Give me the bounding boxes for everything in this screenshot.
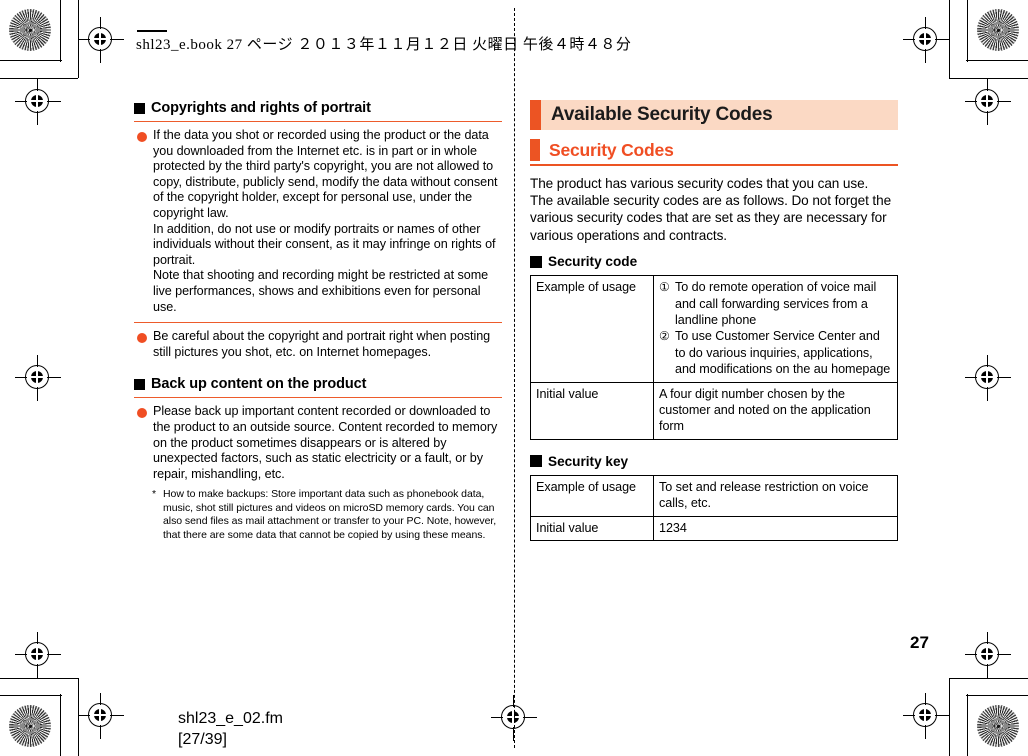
footer-page-range: [27/39] (178, 731, 227, 748)
registration-cross-top-left-lower (15, 79, 61, 125)
section-heading-copyrights: Copyrights and rights of portrait (134, 100, 502, 116)
registration-starburst-top-left (9, 9, 51, 51)
table-row: Example of usage ① To do remote operatio… (530, 275, 898, 383)
left-column: Copyrights and rights of portrait If the… (134, 100, 502, 543)
numbered-item-text: To use Customer Service Center and to do… (675, 329, 891, 377)
registration-cross-bottom-left-upper (15, 632, 61, 678)
security-key-table: Example of usage To set and release rest… (530, 474, 898, 542)
security-code-table: Example of usage ① To do remote operatio… (530, 275, 898, 440)
section-copyrights: Copyrights and rights of portrait If the… (134, 100, 502, 360)
registration-starburst-bottom-right (977, 705, 1019, 747)
bullet-dot-icon (137, 132, 147, 142)
chapter-banner-title: Available Security Codes (551, 104, 773, 125)
table-row: Initial value A four digit number chosen… (530, 381, 898, 440)
footnote: * How to make backups: Store important d… (134, 488, 502, 542)
black-square-icon (134, 102, 145, 114)
registration-starburst-bottom-left (9, 705, 51, 747)
crop-mark-top-right-h (966, 60, 1028, 61)
chapter-banner: Available Security Codes (530, 100, 898, 130)
table-cell-value: 1234 (653, 515, 898, 542)
section-banner-accent-bar (530, 139, 540, 161)
bullet-item: Be careful about the copyright and portr… (134, 329, 502, 360)
crop-mark-bottom-right-v2 (949, 678, 950, 756)
registration-cross-right-middle (965, 355, 1011, 401)
circled-number-1-icon: ① (659, 280, 670, 295)
table-cell-label: Example of usage (530, 474, 654, 517)
bullet-item: Please back up important content recorde… (134, 404, 502, 482)
section-banner: Security Codes (530, 139, 898, 166)
footer-block: shl23_e_02.fm [27/39] (178, 708, 283, 750)
crop-mark-bottom-right-h (966, 695, 1028, 696)
crop-mark-top-left-h (0, 60, 62, 61)
registration-cross-left-middle (15, 355, 61, 401)
crop-mark-top-right-v (967, 0, 968, 62)
crop-mark-top-right-v2 (949, 0, 950, 78)
registration-cross-bottom-right-upper (965, 632, 1011, 678)
black-square-icon (530, 255, 542, 268)
black-square-icon (530, 455, 542, 468)
section-heading-label: Security code (548, 254, 638, 270)
table-row: Initial value 1234 (530, 515, 898, 542)
numbered-item: ② To use Customer Service Center and to … (659, 328, 892, 377)
bullet-dot-icon (137, 333, 147, 344)
intro-paragraph: The product has various security codes t… (530, 175, 892, 243)
crop-mark-bottom-left-h2 (0, 678, 78, 679)
section-rule-2 (134, 322, 502, 324)
footnote-marker: * (152, 488, 157, 501)
bullet-item: If the data you shot or recorded using t… (134, 128, 502, 315)
bullet-dot-icon (137, 408, 147, 419)
page-header-line: shl23_e.book 27 ページ ２０１３年１１月１２日 火曜日 午後４時… (136, 37, 632, 53)
table-cell-label: Initial value (530, 515, 654, 542)
section-heading-backup: Back up content on the product (134, 376, 502, 392)
table-cell-label: Initial value (530, 381, 654, 440)
page-gutter-divider (514, 8, 515, 748)
section-banner-underline (530, 164, 898, 166)
section-heading-label: Copyrights and rights of portrait (151, 100, 371, 116)
crop-mark-bottom-right-h2 (949, 678, 1028, 679)
crop-mark-bottom-right-v (967, 694, 968, 756)
section-heading-label: Security key (548, 453, 629, 469)
section-banner-title: Security Codes (549, 139, 674, 160)
table-row: Example of usage To set and release rest… (530, 474, 898, 517)
footnote-text: How to make backups: Store important dat… (163, 488, 497, 542)
right-column: Available Security Codes Security Codes … (530, 100, 898, 542)
footer-filename: shl23_e_02.fm (178, 710, 283, 727)
section-backup: Back up content on the product Please ba… (134, 376, 502, 542)
table-cell-value: A four digit number chosen by the custom… (653, 381, 898, 440)
bullet-text: If the data you shot or recorded using t… (153, 128, 498, 314)
registration-cross-top-right (903, 17, 949, 63)
numbered-item-text: To do remote operation of voice mail and… (675, 280, 877, 327)
circled-number-2-icon: ② (659, 329, 670, 344)
numbered-item: ① To do remote operation of voice mail a… (659, 279, 892, 328)
registration-cross-bottom-right (903, 693, 949, 739)
section-rule (134, 121, 502, 122)
crop-mark-bottom-left-h (0, 695, 62, 696)
table-cell-label: Example of usage (530, 275, 654, 383)
registration-cross-top-left (78, 17, 124, 63)
bullet-text: Please back up important content recorde… (153, 404, 498, 481)
registration-starburst-top-right (977, 9, 1019, 51)
page-number: 27 (910, 633, 929, 652)
black-square-icon (134, 378, 145, 390)
bullet-text: Be careful about the copyright and portr… (153, 329, 491, 359)
banner-accent-bar (530, 100, 541, 130)
section-heading-security-key: Security key (530, 454, 898, 469)
crop-mark-bottom-left-v (60, 694, 61, 756)
section-heading-label: Back up content on the product (151, 376, 367, 393)
table-cell-value: To set and release restriction on voice … (653, 474, 898, 517)
registration-cross-bottom-left (78, 693, 124, 739)
header-tick-mark (137, 30, 167, 32)
table-cell-value: ① To do remote operation of voice mail a… (653, 275, 898, 383)
section-rule (134, 397, 502, 399)
registration-cross-top-right-lower (965, 79, 1011, 125)
crop-mark-top-left-v (60, 0, 61, 62)
section-heading-security-code: Security code (530, 254, 898, 269)
